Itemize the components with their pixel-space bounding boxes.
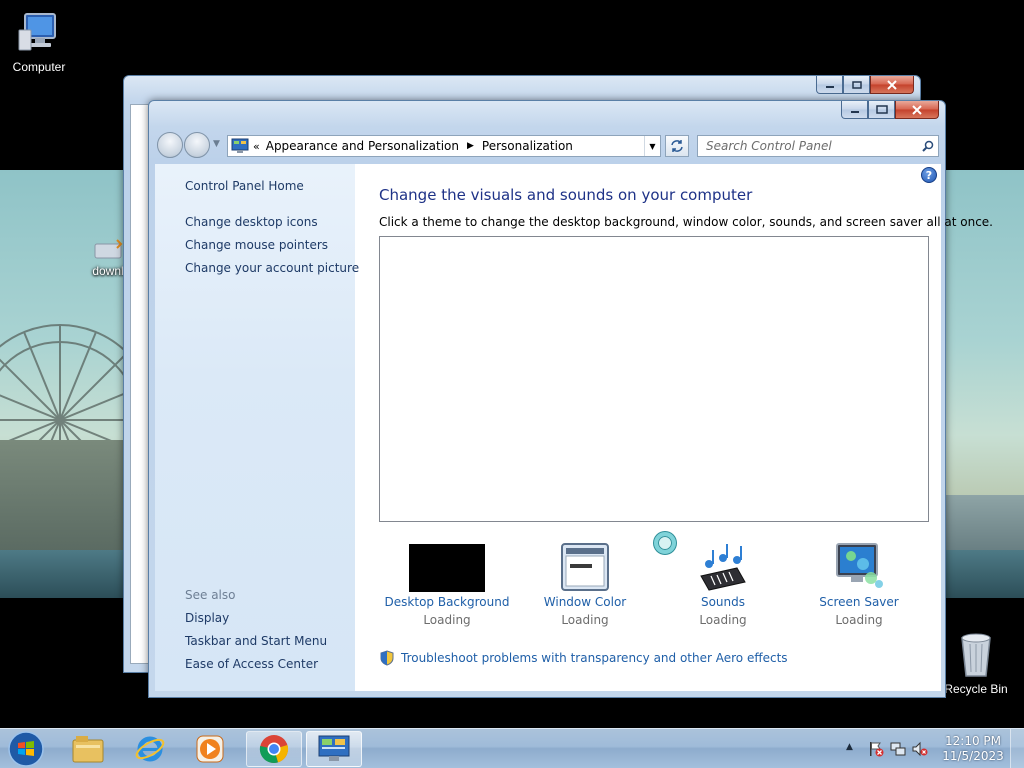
- minimize-button[interactable]: [816, 76, 843, 94]
- computer-icon: [15, 8, 63, 56]
- sounds-icon: [653, 540, 793, 592]
- change-desktop-icons-link[interactable]: Change desktop icons: [185, 215, 318, 229]
- maximize-button[interactable]: [868, 101, 895, 119]
- caption-buttons: [841, 101, 939, 119]
- breadcrumb-separator-icon[interactable]: ▶: [467, 141, 474, 151]
- show-hidden-icons-button[interactable]: ▲: [846, 742, 853, 752]
- windows-media-player-icon: [196, 735, 224, 763]
- download-icon: [91, 238, 125, 260]
- help-icon[interactable]: ?: [921, 167, 937, 183]
- chrome-taskbar-button[interactable]: [246, 731, 302, 767]
- windows-explorer-icon: [72, 736, 104, 763]
- desktop-background-icon: [377, 540, 517, 592]
- pier-image: [945, 495, 1024, 555]
- address-bar[interactable]: « Appearance and Personalization ▶ Perso…: [227, 135, 661, 157]
- desktop-background-status: Loading: [423, 613, 471, 627]
- control-panel-icon: [231, 138, 249, 154]
- clock-date: 11/5/2023: [942, 749, 1004, 763]
- back-button[interactable]: [157, 132, 183, 158]
- window-color-link[interactable]: Window Color: [515, 595, 655, 609]
- task-pane: Control Panel Home Change desktop icons …: [155, 164, 359, 691]
- volume-muted-icon[interactable]: [912, 741, 928, 757]
- page-title: Change the visuals and sounds on your co…: [379, 186, 753, 204]
- internet-explorer-icon: [135, 736, 165, 762]
- control-panel-taskbar-button[interactable]: [306, 731, 362, 767]
- personalization-window[interactable]: ▼ « Appearance and Personalization ▶ Per…: [148, 100, 993, 698]
- windows-media-player-taskbar-button[interactable]: [182, 731, 238, 767]
- minimize-button[interactable]: [841, 101, 868, 119]
- start-button[interactable]: [4, 730, 48, 768]
- taskbar-start-menu-link[interactable]: Taskbar and Start Menu: [185, 634, 327, 648]
- troubleshoot-label[interactable]: Troubleshoot problems with transparency …: [401, 651, 788, 665]
- download-desktop-icon[interactable]: downl: [88, 238, 128, 278]
- action-center-flag-icon[interactable]: [868, 741, 884, 757]
- computer-label: Computer: [12, 60, 66, 74]
- control-panel-home-link[interactable]: Control Panel Home: [185, 179, 304, 193]
- screen-saver-tile[interactable]: Screen Saver Loading: [789, 540, 929, 627]
- change-account-picture-link[interactable]: Change your account picture: [185, 261, 359, 275]
- search-box[interactable]: [697, 135, 939, 157]
- windows-explorer-taskbar-button[interactable]: [60, 731, 116, 767]
- background-window-caption-buttons: [816, 76, 914, 94]
- breadcrumb-personalization[interactable]: Personalization: [482, 139, 573, 153]
- window-color-tile[interactable]: Window Color Loading: [515, 540, 655, 627]
- show-desktop-button[interactable]: [1010, 729, 1024, 768]
- sounds-status: Loading: [699, 613, 747, 627]
- windows-orb-icon: [8, 731, 44, 767]
- network-icon[interactable]: [890, 741, 906, 757]
- notification-area: ▲ 12:10 PM 11/5/2023: [834, 729, 1024, 768]
- close-button[interactable]: [895, 101, 939, 119]
- window-color-status: Loading: [561, 613, 609, 627]
- clock[interactable]: 12:10 PM 11/5/2023: [938, 734, 1008, 764]
- shield-icon: [380, 650, 394, 666]
- taskbar: ▲ 12:10 PM 11/5/2023: [0, 728, 1024, 768]
- see-also-heading: See also: [185, 588, 236, 602]
- refresh-icon: [671, 140, 683, 152]
- desktop-background-tile[interactable]: Desktop Background Loading: [377, 540, 517, 627]
- address-overflow[interactable]: «: [253, 140, 260, 153]
- sounds-link[interactable]: Sounds: [653, 595, 793, 609]
- recycle-bin-label: Recycle Bin: [944, 682, 1008, 696]
- screen-saver-link[interactable]: Screen Saver: [789, 595, 929, 609]
- theme-list[interactable]: [379, 236, 929, 522]
- display-link[interactable]: Display: [185, 611, 229, 625]
- address-dropdown-button[interactable]: ▼: [644, 136, 660, 156]
- ease-of-access-link[interactable]: Ease of Access Center: [185, 657, 318, 671]
- download-label: downl: [92, 264, 124, 278]
- screen-saver-status: Loading: [835, 613, 883, 627]
- search-input[interactable]: [698, 139, 918, 153]
- window-content: Control Panel Home Change desktop icons …: [155, 164, 993, 691]
- control-panel-icon: [318, 735, 350, 761]
- close-button[interactable]: [870, 76, 914, 94]
- recent-pages-dropdown[interactable]: ▼: [213, 139, 220, 149]
- refresh-button[interactable]: [665, 135, 689, 157]
- navigation-bar: ▼ « Appearance and Personalization ▶ Per…: [155, 131, 941, 161]
- screen-saver-icon: [789, 540, 929, 592]
- computer-desktop-icon[interactable]: Computer: [6, 8, 72, 74]
- troubleshoot-link[interactable]: Troubleshoot problems with transparency …: [379, 650, 788, 666]
- internet-explorer-taskbar-button[interactable]: [122, 731, 178, 767]
- forward-button[interactable]: [184, 132, 210, 158]
- main-pane: ? Change the visuals and sounds on your …: [355, 164, 993, 691]
- desktop-background-link[interactable]: Desktop Background: [377, 595, 517, 609]
- sounds-tile[interactable]: Sounds Loading: [653, 540, 793, 627]
- clock-time: 12:10 PM: [945, 734, 1001, 748]
- breadcrumb-appearance[interactable]: Appearance and Personalization: [266, 139, 459, 153]
- recycle-bin-desktop-icon[interactable]: Recycle Bin: [940, 630, 1012, 696]
- maximize-button[interactable]: [843, 76, 870, 94]
- window-color-icon: [515, 540, 655, 592]
- change-mouse-pointers-link[interactable]: Change mouse pointers: [185, 238, 328, 252]
- page-description: Click a theme to change the desktop back…: [379, 215, 993, 229]
- recycle-bin-icon: [952, 630, 1000, 678]
- chrome-icon: [259, 735, 289, 764]
- search-icon[interactable]: [918, 140, 938, 152]
